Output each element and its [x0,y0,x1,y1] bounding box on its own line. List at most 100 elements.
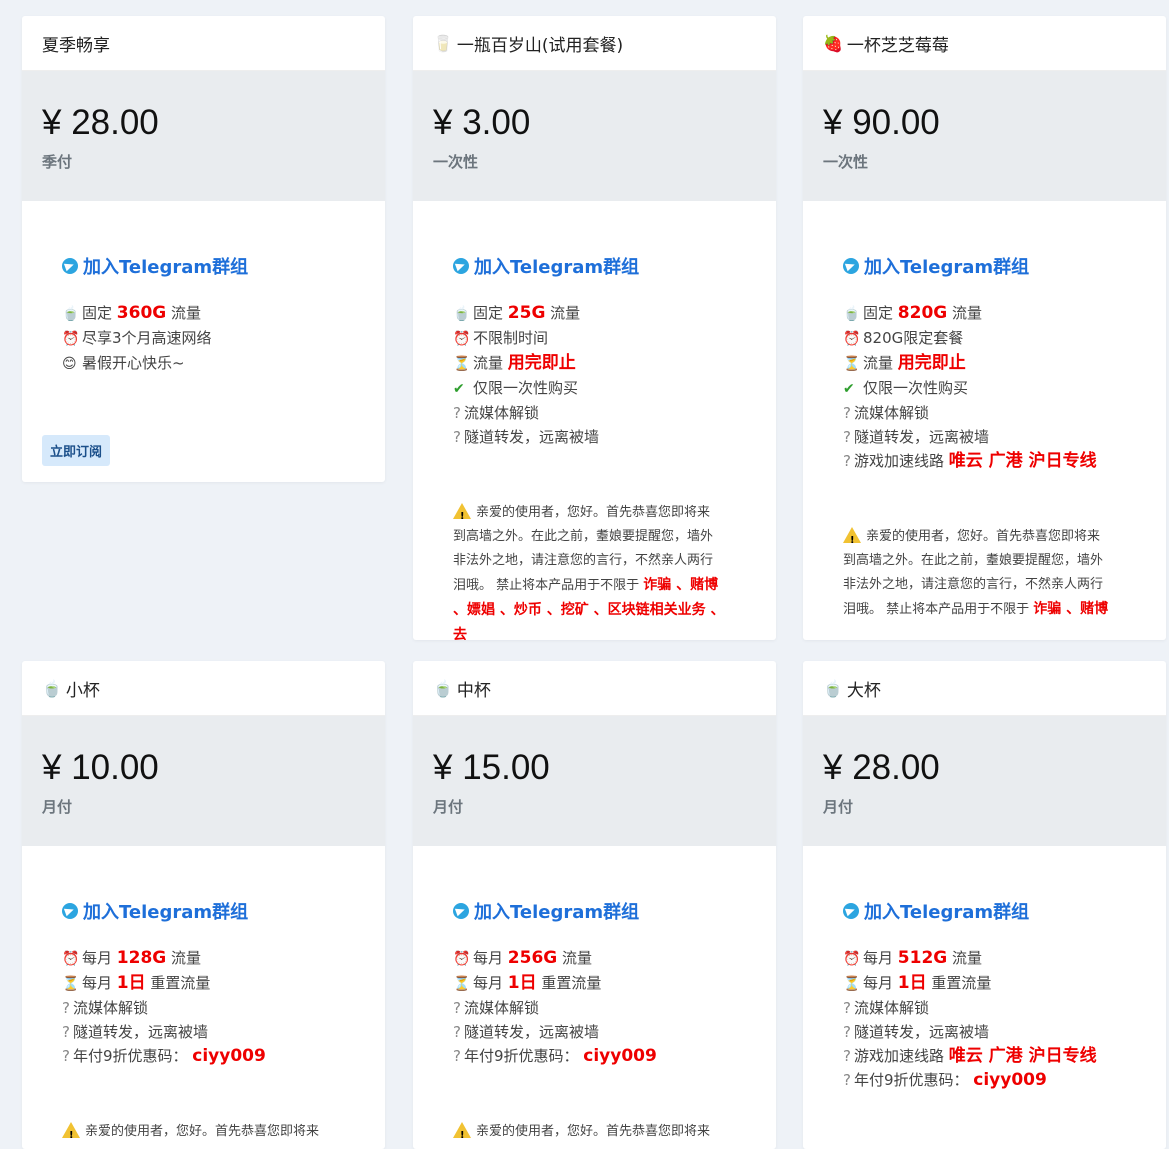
feature-highlight: 用完即止 [897,353,966,373]
notice-text: 到高墙之外。在此之前，耋娘要提醒您，墙外 [453,529,714,544]
telegram-group-link[interactable]: 加入Telegram群组 [843,253,1126,279]
question-icon: ? [62,1047,70,1065]
question-icon: ? [843,999,851,1017]
usage-notice: 亲爱的使用者，您好。首先恭喜您即将来到高墙之外。在此之前，耋娘要提醒您，墙外非法… [843,525,1126,622]
feature-text: 固定 [863,304,898,322]
feature-text: 仅限一次性购买 [473,379,579,397]
plan-price: ¥ 10.00 [42,748,159,787]
feature-item: ⏳ 每月 1日 重置流量 [62,971,345,996]
feature-text: 每月 [863,974,898,992]
feature-item: ? 流媒体解锁 [62,996,345,1020]
price-block: ¥ 10.00 月付 [22,716,385,846]
telegram-group-link[interactable]: 加入Telegram群组 [453,253,736,279]
plan-body: 加入Telegram群组 ⏰ 每月 256G 流量 ⏳ 每月 1日 重置流量? 流媒体解… [413,846,776,1148]
strawberry-icon: 🍓 [823,33,843,53]
notice-line: 非法外之地，请注意您的言行，不然亲人两行 [453,549,736,573]
plan-price: ¥ 90.00 [823,103,940,142]
plan-card: 🍵 中杯 ¥ 15.00 月付 加入Telegram群组 ⏰ 每月 256G 流量 ⏳… [413,661,776,1149]
plan-period: 一次性 [823,153,869,171]
telegram-group-link[interactable]: 加入Telegram群组 [62,898,345,924]
feature-highlight: 25G [507,303,546,323]
feature-text: 流媒体解锁 [72,999,148,1017]
feature-highlight: 1日 [507,973,537,993]
feature-highlight: ciyy009 [583,1046,657,1066]
feature-item: ⏳ 流量 用完即止 [453,351,736,376]
hourglass-icon: ⏳ [62,976,80,992]
telegram-icon [843,903,859,919]
notice-text: 亲爱的使用者，您好。首先恭喜您即将来 [476,505,711,520]
feature-list: ⏰ 每月 512G 流量 ⏳ 每月 1日 重置流量? 流媒体解锁? 隧道转发，远离被墙? 游… [843,946,1126,1092]
feature-item: ⏰ 每月 256G 流量 [453,946,736,971]
feature-text: 重置流量 [536,974,602,992]
plan-price: ¥ 28.00 [42,103,159,142]
question-icon: ? [453,1023,461,1041]
telegram-icon [453,258,469,274]
plan-title: 🥛 一瓶百岁山(试用套餐) [413,16,776,71]
feature-text: 流量 [863,354,898,372]
feature-highlight: ciyy009 [973,1070,1047,1090]
notice-line: 亲爱的使用者，您好。首先恭喜您即将来 [453,501,736,529]
feature-text: 年付9折优惠码： [463,1047,584,1065]
alarm-clock-icon: ⏰ [62,951,80,967]
feature-highlight: 820G [897,303,948,323]
notice-text: 亲爱的使用者，您好。首先恭喜您即将来 [866,529,1101,544]
feature-text: 流量 [947,304,983,322]
price-block: ¥ 3.00 一次性 [413,71,776,201]
plan-period: 月付 [433,798,464,816]
question-icon: ? [843,1071,851,1089]
feature-text: 固定 [82,304,117,322]
question-icon: ? [62,999,70,1017]
notice-line: 非法外之地，请注意您的言行，不然亲人两行 [843,573,1126,597]
feature-text: 年付9折优惠码： [853,1071,974,1089]
cup-icon: 🍵 [433,678,453,698]
notice-highlight: 、嫖娼 、炒币 、挖矿 、区块链相关业务 、去 [453,602,725,640]
feature-item: ? 年付9折优惠码： ciyy009 [453,1044,736,1068]
notice-text: 到高墙之外。在此之前，耋娘要提醒您，墙外 [843,553,1104,568]
telegram-group-link[interactable]: 加入Telegram群组 [62,253,345,279]
feature-text: 隧道转发，远离被墙 [463,1023,599,1041]
alarm-clock-icon: ⏰ [453,331,471,347]
feature-text: 尽享3个月高速网络 [82,329,212,347]
plan-period: 一次性 [433,153,479,171]
feature-item: ? 流媒体解锁 [453,401,736,425]
feature-text: 流量 [473,354,508,372]
alarm-clock-icon: ⏰ [453,951,471,967]
question-icon: ? [843,1023,851,1041]
feature-text: 隧道转发，远离被墙 [853,428,989,446]
feature-list: 🍵 固定 360G 流量 ⏰ 尽享3个月高速网络 😊 暑假开心快乐~ [62,301,345,376]
plan-price: ¥ 15.00 [433,748,550,787]
feature-text: 隧道转发，远离被墙 [853,1023,989,1041]
feature-text: 820G限定套餐 [863,329,964,347]
price-block: ¥ 28.00 月付 [803,716,1166,846]
telegram-group-link[interactable]: 加入Telegram群组 [453,898,736,924]
feature-text: 隧道转发，远离被墙 [72,1023,208,1041]
plan-body: 加入Telegram群组 ⏰ 每月 128G 流量 ⏳ 每月 1日 重置流量? 流媒体解… [22,846,385,1148]
notice-line: 泪哦。 禁止将本产品用于不限于 诈骗 、赌博 [453,573,736,598]
notice-line: 亲爱的使用者，您好。首先恭喜您即将来 [453,1120,736,1148]
notice-text: 泪哦。 禁止将本产品用于不限于 [843,602,1034,617]
feature-text: 流媒体解锁 [463,404,539,422]
plan-card: 🍓 一杯芝芝莓莓 ¥ 90.00 一次性 加入Telegram群组 🍵 固定 820… [803,16,1166,640]
feature-text: 流媒体解锁 [463,999,539,1017]
plan-card: 🍵 小杯 ¥ 10.00 月付 加入Telegram群组 ⏰ 每月 128G 流量 ⏳… [22,661,385,1149]
hourglass-icon: ⏳ [843,356,861,372]
price-block: ¥ 15.00 月付 [413,716,776,846]
notice-highlight: 诈骗 、赌博 [1033,601,1109,617]
subscribe-button[interactable]: 立即订阅 [42,435,111,466]
feature-item: ✔ 仅限一次性购买 [843,376,1126,401]
telegram-group-link[interactable]: 加入Telegram群组 [843,898,1126,924]
feature-highlight: 256G [507,948,558,968]
warning-icon [62,1122,80,1148]
feature-item: ⏳ 每月 1日 重置流量 [453,971,736,996]
price-block: ¥ 90.00 一次性 [803,71,1166,201]
feature-item: 🍵 固定 820G 流量 [843,301,1126,326]
feature-item: ? 流媒体解锁 [843,996,1126,1020]
hourglass-icon: ⏳ [453,356,471,372]
feature-item: 🍵 固定 25G 流量 [453,301,736,326]
notice-line: 到高墙之外。在此之前，耋娘要提醒您，墙外 [453,525,736,549]
feature-text: 流量 [166,304,202,322]
cup-icon: 🍵 [42,678,62,698]
plan-period: 月付 [823,798,854,816]
plan-title: 🍵 大杯 [803,661,1166,716]
hourglass-icon: ⏳ [843,976,861,992]
